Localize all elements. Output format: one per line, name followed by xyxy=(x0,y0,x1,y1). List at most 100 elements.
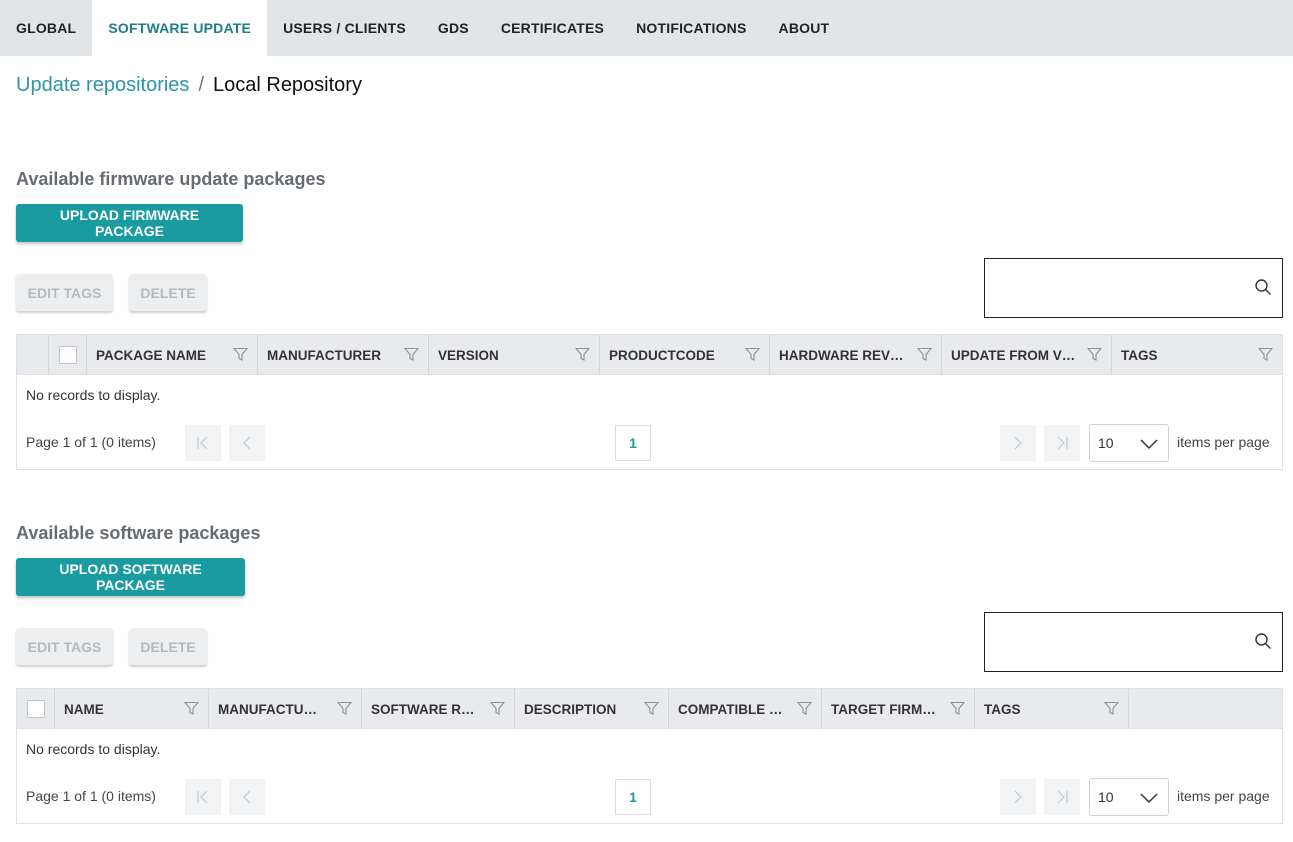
filter-icon[interactable] xyxy=(184,701,199,716)
page-number-button[interactable]: 1 xyxy=(615,425,651,461)
items-per-page-select[interactable]: 10 xyxy=(1089,424,1169,462)
upload-firmware-package-button[interactable]: UPLOAD FIRMWARE PACKAGE xyxy=(16,204,243,242)
filter-icon[interactable] xyxy=(1087,347,1102,362)
next-page-button[interactable] xyxy=(1000,779,1036,815)
last-page-button[interactable] xyxy=(1044,779,1080,815)
select-all-cell xyxy=(17,689,55,729)
top-navigation: GLOBAL SOFTWARE UPDATE USERS / CLIENTS G… xyxy=(0,0,1293,56)
software-delete-button[interactable]: DELETE xyxy=(129,628,207,665)
firmware-edit-tags-button[interactable]: EDIT TAGS xyxy=(16,274,113,311)
column-label: HARDWARE REVISI… xyxy=(779,347,907,363)
breadcrumb-current: Local Repository xyxy=(213,74,362,96)
first-page-icon xyxy=(197,436,208,450)
column-label: MANUFACTURER xyxy=(267,347,381,363)
last-page-icon xyxy=(1057,790,1068,804)
firmware-section: Available firmware update packages UPLOA… xyxy=(16,167,1283,470)
filter-icon[interactable] xyxy=(233,347,248,362)
upload-software-package-button[interactable]: UPLOAD SOFTWARE PACKAGE xyxy=(16,558,245,596)
column-header-version[interactable]: VERSION xyxy=(429,335,600,375)
last-page-icon xyxy=(1057,436,1068,450)
column-label: PACKAGE NAME xyxy=(96,347,207,363)
software-section-title: Available software packages xyxy=(16,523,261,543)
firmware-search-input[interactable] xyxy=(985,259,1245,317)
column-header-tags[interactable]: TAGS xyxy=(975,689,1129,729)
select-all-checkbox[interactable] xyxy=(58,346,77,364)
select-all-checkbox[interactable] xyxy=(26,700,45,718)
column-label: DESCRIPTION xyxy=(524,701,617,717)
grid-pager: Page 1 of 1 (0 items) 1 10 items per pag… xyxy=(17,778,1282,816)
column-header-description[interactable]: DESCRIPTION xyxy=(515,689,669,729)
page-number-button[interactable]: 1 xyxy=(615,779,651,815)
grid-header: PACKAGE NAME MANUFACTURER VERSION PRODUC… xyxy=(17,335,1282,375)
no-records-message: No records to display. xyxy=(26,741,161,757)
items-per-page-value: 10 xyxy=(1098,789,1114,805)
filter-icon[interactable] xyxy=(337,701,352,716)
first-page-button[interactable] xyxy=(185,425,221,461)
items-per-page-select[interactable]: 10 xyxy=(1089,778,1169,816)
column-header-manufacturer[interactable]: MANUFACTU… xyxy=(209,689,362,729)
column-header-package-name[interactable]: PACKAGE NAME xyxy=(87,335,258,375)
firmware-search-box[interactable] xyxy=(984,258,1283,318)
software-search-box[interactable] xyxy=(984,612,1283,672)
column-header-software-revision[interactable]: SOFTWARE R… xyxy=(362,689,515,729)
column-label: COMPATIBLE TA… xyxy=(678,701,787,717)
filter-icon[interactable] xyxy=(917,347,932,362)
select-all-cell xyxy=(49,335,87,375)
grid-pager: Page 1 of 1 (0 items) 1 10 items per pag… xyxy=(17,424,1282,462)
chevron-right-icon xyxy=(1014,790,1022,804)
last-page-button[interactable] xyxy=(1044,425,1080,461)
filter-icon[interactable] xyxy=(575,347,590,362)
filter-icon[interactable] xyxy=(644,701,659,716)
software-edit-tags-button[interactable]: EDIT TAGS xyxy=(16,628,113,665)
tab-users-clients[interactable]: USERS / CLIENTS xyxy=(267,0,422,56)
column-header-update-from-version[interactable]: UPDATE FROM VER… xyxy=(942,335,1112,375)
software-search-input[interactable] xyxy=(985,613,1245,671)
column-header-name[interactable]: NAME xyxy=(55,689,209,729)
filter-icon[interactable] xyxy=(490,701,505,716)
filter-icon[interactable] xyxy=(745,347,760,362)
first-page-button[interactable] xyxy=(185,779,221,815)
column-header-hardware-revision[interactable]: HARDWARE REVISI… xyxy=(770,335,942,375)
tab-software-update[interactable]: SOFTWARE UPDATE xyxy=(92,0,268,56)
grid-spacer xyxy=(1129,689,1282,729)
pager-info: Page 1 of 1 (0 items) xyxy=(26,434,156,450)
chevron-down-icon xyxy=(1140,439,1158,450)
next-page-button[interactable] xyxy=(1000,425,1036,461)
firmware-section-title: Available firmware update packages xyxy=(16,169,326,189)
filter-icon[interactable] xyxy=(950,701,965,716)
firmware-delete-button[interactable]: DELETE xyxy=(129,274,207,311)
filter-icon[interactable] xyxy=(1258,347,1273,362)
column-label: VERSION xyxy=(438,347,499,363)
filter-icon[interactable] xyxy=(1104,701,1119,716)
chevron-right-icon xyxy=(1014,436,1022,450)
grid-spacer xyxy=(17,335,49,375)
no-records-message: No records to display. xyxy=(26,387,161,403)
column-header-productcode[interactable]: PRODUCTCODE xyxy=(600,335,770,375)
search-icon[interactable] xyxy=(1254,278,1272,296)
column-label: NAME xyxy=(64,701,104,717)
pager-info: Page 1 of 1 (0 items) xyxy=(26,788,156,804)
search-icon[interactable] xyxy=(1254,632,1272,650)
previous-page-button[interactable] xyxy=(229,779,265,815)
column-header-target-firmware[interactable]: TARGET FIRM… xyxy=(822,689,975,729)
tab-about[interactable]: ABOUT xyxy=(763,0,846,56)
breadcrumb: Update repositories / Local Repository xyxy=(16,74,362,97)
column-label: TAGS xyxy=(1121,347,1158,363)
tab-notifications[interactable]: NOTIFICATIONS xyxy=(620,0,762,56)
breadcrumb-separator: / xyxy=(198,74,204,96)
column-header-compatible-targets[interactable]: COMPATIBLE TA… xyxy=(669,689,822,729)
firmware-packages-grid: PACKAGE NAME MANUFACTURER VERSION PRODUC… xyxy=(16,334,1283,470)
items-per-page-label: items per page xyxy=(1177,788,1270,804)
tab-gds[interactable]: GDS xyxy=(422,0,485,56)
filter-icon[interactable] xyxy=(404,347,419,362)
tab-certificates[interactable]: CERTIFICATES xyxy=(485,0,620,56)
column-header-tags[interactable]: TAGS xyxy=(1112,335,1282,375)
previous-page-button[interactable] xyxy=(229,425,265,461)
column-label: UPDATE FROM VER… xyxy=(951,347,1077,363)
tab-global[interactable]: GLOBAL xyxy=(0,0,92,56)
column-header-manufacturer[interactable]: MANUFACTURER xyxy=(258,335,429,375)
column-label: MANUFACTU… xyxy=(218,701,317,717)
filter-icon[interactable] xyxy=(797,701,812,716)
items-per-page-value: 10 xyxy=(1098,435,1114,451)
breadcrumb-update-repositories-link[interactable]: Update repositories xyxy=(16,74,189,97)
